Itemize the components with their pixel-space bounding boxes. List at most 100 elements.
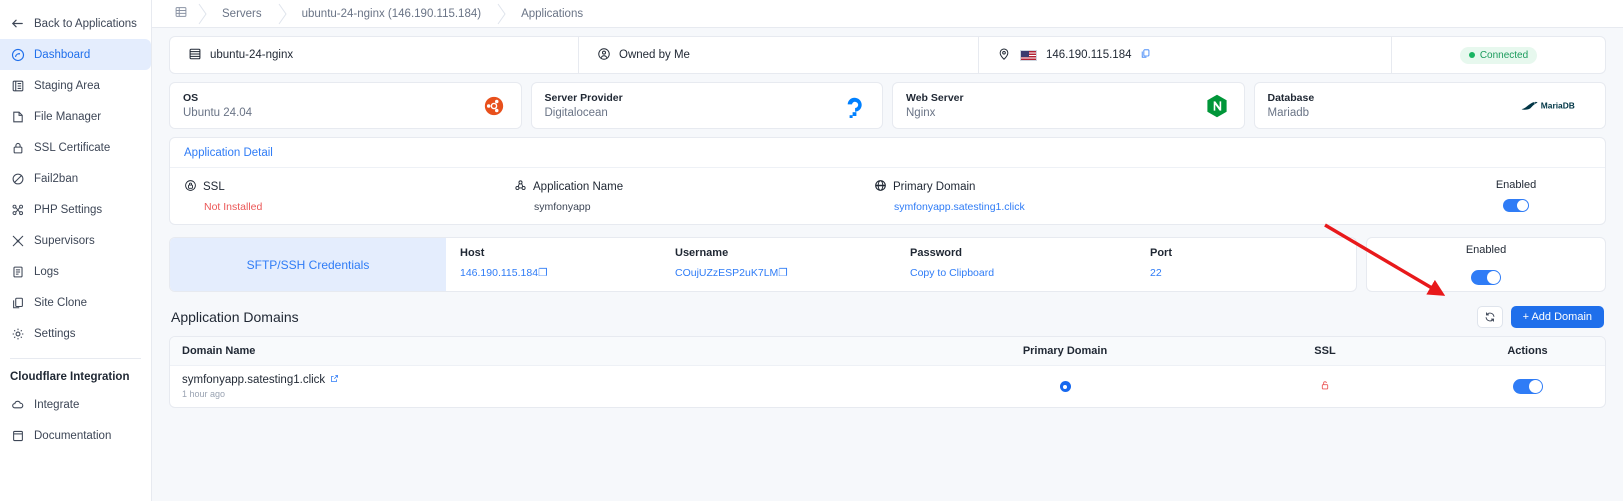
sidebar-item-label: Logs	[34, 265, 59, 278]
breadcrumb-home[interactable]	[166, 0, 198, 28]
sftp-field-label: Host	[460, 247, 485, 259]
status-dot-icon	[1468, 52, 1475, 58]
sidebar-item-label: Staging Area	[34, 79, 100, 92]
application-detail-enabled: Enabled	[1441, 179, 1591, 212]
spec-card-os: OS Ubuntu 24.04	[169, 82, 522, 129]
enabled-label: Enabled	[1495, 179, 1537, 191]
domain-name-text[interactable]: symfonyapp.satesting1.click	[182, 374, 325, 386]
sidebar-section-title: Cloudflare Integration	[10, 371, 130, 383]
nginx-logo-icon	[1203, 92, 1231, 120]
sftp-field-value[interactable]: 146.190.115.184❐	[460, 267, 675, 279]
table-row: symfonyapp.satesting1.click 1 hour ago	[170, 366, 1605, 407]
copy-icon[interactable]: ❐	[778, 267, 787, 279]
sftp-field-host: Host 146.190.115.184❐	[460, 247, 675, 291]
sidebar-item-label: Integrate	[34, 398, 80, 411]
app-root: Back to Applications Dashboard Staging A…	[0, 0, 1623, 501]
summary-owner-label: Owned by Me	[619, 49, 690, 61]
table-header-row: Domain Name Primary Domain SSL Actions	[170, 337, 1605, 366]
column-header-primary-domain: Primary Domain	[1022, 345, 1108, 357]
ssl-status-value: Not Installed	[204, 201, 263, 213]
application-domains-table: Domain Name Primary Domain SSL Actions s…	[169, 336, 1606, 408]
sftp-section: SFTP/SSH Credentials Host 146.190.115.18…	[169, 237, 1606, 292]
sftp-title: SFTP/SSH Credentials	[170, 238, 446, 291]
mariadb-logo-icon: MariaDB	[1520, 92, 1592, 120]
content: ubuntu-24-nginx Owned by Me 146.190.115.…	[152, 28, 1623, 501]
sidebar-item-php-settings[interactable]: PHP Settings	[0, 194, 151, 225]
sidebar-item-file-manager[interactable]: File Manager	[0, 101, 151, 132]
sftp-field-password: Password Copy to Clipboard	[910, 247, 1150, 291]
application-detail-body: SSL Not Installed Application Name symfo…	[170, 168, 1605, 224]
user-circle-icon	[597, 47, 611, 64]
breadcrumb-item-server[interactable]: ubuntu-24-nginx (146.190.115.184)	[288, 0, 497, 28]
external-link-icon[interactable]	[330, 374, 339, 386]
sidebar-item-label: SSL Certificate	[34, 141, 111, 154]
sidebar-back-label: Back to Applications	[34, 17, 137, 30]
sftp-field-port: Port 22	[1150, 247, 1172, 291]
spec-card-web-server: Web Server Nginx	[892, 82, 1245, 129]
sidebar-item-supervisors[interactable]: Supervisors	[0, 225, 151, 256]
spec-value: Ubuntu 24.04	[183, 107, 253, 119]
sidebar-item-label: Documentation	[34, 429, 112, 442]
summary-server-name-label: ubuntu-24-nginx	[210, 49, 294, 61]
summary-server-name[interactable]: ubuntu-24-nginx	[170, 37, 578, 73]
breadcrumb: Servers ubuntu-24-nginx (146.190.115.184…	[152, 0, 1623, 28]
main-area: Servers ubuntu-24-nginx (146.190.115.184…	[152, 0, 1623, 501]
application-detail-title: Application Detail	[170, 138, 1605, 168]
sidebar-item-site-clone[interactable]: Site Clone	[0, 287, 151, 318]
sidebar-item-fail2ban[interactable]: Fail2ban	[0, 163, 151, 194]
supervisor-icon	[10, 233, 25, 248]
breadcrumb-separator	[278, 3, 287, 24]
sftp-password-copy-link[interactable]: Copy to Clipboard	[910, 267, 1150, 279]
breadcrumb-item-applications[interactable]: Applications	[507, 0, 599, 28]
application-enabled-toggle[interactable]	[1503, 199, 1529, 212]
sftp-field-username: Username COujUZzESP2uK7LM❐	[675, 247, 910, 291]
summary-owner: Owned by Me	[578, 37, 978, 73]
sidebar-item-integrate[interactable]: Integrate	[0, 389, 151, 420]
breadcrumb-item-servers[interactable]: Servers	[208, 0, 278, 28]
domain-timestamp: 1 hour ago	[182, 389, 226, 399]
sidebar-item-ssl-certificate[interactable]: SSL Certificate	[0, 132, 151, 163]
breadcrumb-separator	[497, 3, 506, 24]
copy-icon[interactable]	[1140, 48, 1151, 62]
sidebar-item-dashboard[interactable]: Dashboard	[0, 39, 151, 70]
sidebar-item-logs[interactable]: Logs	[0, 256, 151, 287]
spec-label: Database	[1267, 92, 1315, 104]
ban-icon	[10, 171, 25, 186]
file-icon	[10, 109, 25, 124]
sidebar-item-label: Site Clone	[34, 296, 88, 309]
add-domain-button[interactable]: + Add Domain	[1510, 306, 1604, 328]
status-badge: Connected	[1459, 46, 1538, 64]
spec-cards: OS Ubuntu 24.04 Server Provider Digitalo…	[169, 82, 1606, 129]
primary-domain-value[interactable]: symfonyapp.satesting1.click	[874, 201, 1441, 213]
summary-status: Connected	[1391, 37, 1605, 73]
sftp-field-label: Port	[1150, 247, 1172, 259]
logs-icon	[10, 264, 25, 279]
application-detail-card: Application Detail SSL Not Installed App…	[169, 137, 1606, 225]
sidebar-back-to-applications[interactable]: Back to Applications	[0, 8, 151, 39]
sidebar-item-label: Supervisors	[34, 234, 95, 247]
sidebar-item-settings[interactable]: Settings	[0, 318, 151, 349]
sidebar-item-documentation[interactable]: Documentation	[0, 420, 151, 451]
sftp-credentials-card: SFTP/SSH Credentials Host 146.190.115.18…	[169, 237, 1357, 292]
unlock-icon[interactable]	[1319, 378, 1331, 396]
server-summary-card: ubuntu-24-nginx Owned by Me 146.190.115.…	[169, 36, 1606, 74]
sftp-enabled-toggle[interactable]	[1471, 270, 1501, 285]
summary-ip: 146.190.115.184	[978, 37, 1391, 73]
cell-ssl	[1200, 378, 1450, 396]
lock-icon	[10, 140, 25, 155]
app-name-label: Application Name	[533, 181, 624, 193]
spec-label: Server Provider	[544, 92, 623, 104]
globe-icon	[874, 179, 887, 195]
sftp-field-value: 22	[1150, 267, 1162, 279]
clone-icon	[10, 295, 25, 310]
ssl-label: SSL	[203, 181, 225, 193]
sftp-field-value[interactable]: COujUZzESP2uK7LM❐	[675, 267, 910, 279]
refresh-button[interactable]	[1476, 306, 1503, 328]
copy-icon[interactable]: ❐	[538, 267, 547, 279]
gear-icon	[10, 326, 25, 341]
domain-enabled-toggle[interactable]	[1512, 379, 1543, 394]
arrow-left-icon	[10, 16, 25, 31]
sidebar-item-staging-area[interactable]: Staging Area	[0, 70, 151, 101]
primary-domain-radio[interactable]	[1059, 381, 1071, 392]
spec-card-database: Database Mariadb MariaDB	[1253, 82, 1606, 129]
